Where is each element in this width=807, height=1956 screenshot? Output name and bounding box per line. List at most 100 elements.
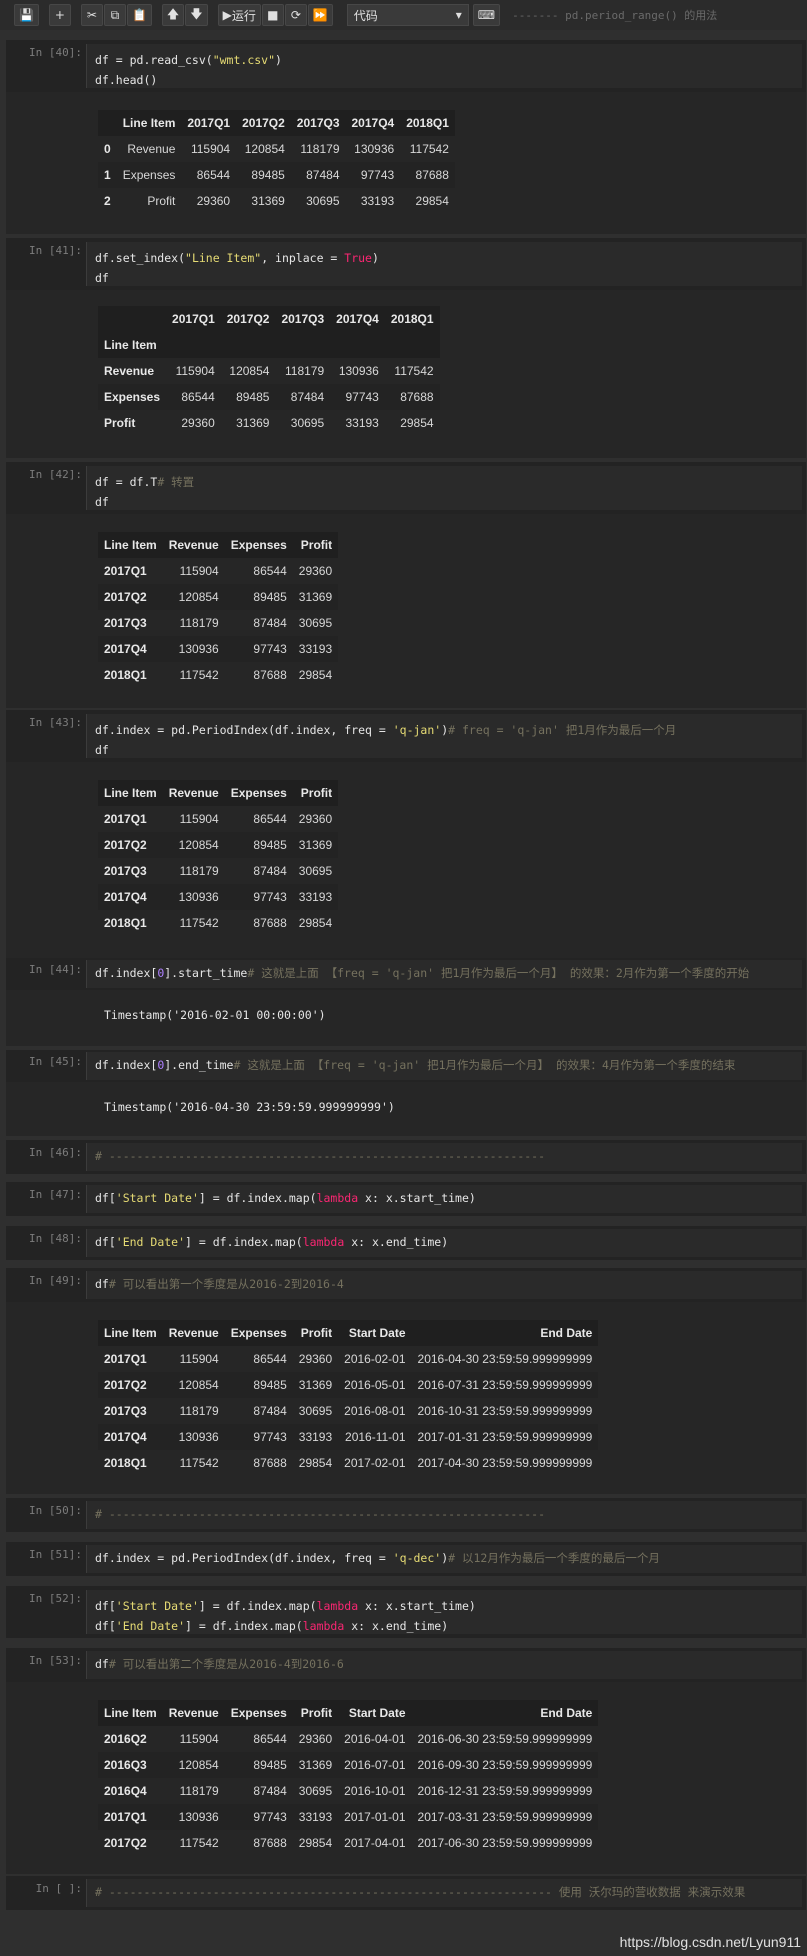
save-button[interactable]: 💾 bbox=[14, 4, 39, 26]
table-row: 2017Q3 118179 87484 30695 bbox=[98, 610, 339, 636]
table-header-row: Line Item Revenue Expenses Profit Start Date… bbox=[98, 1700, 599, 1726]
code-input[interactable]: df = df.T# 转置 df bbox=[86, 466, 802, 510]
code-input[interactable]: df.index[0].start_time# 这就是上面 【freq = 'q… bbox=[86, 960, 802, 988]
code-cell-49[interactable]: In [49]: df# 可以看出第一个季度是从2016-2到2016-4 bbox=[6, 1268, 806, 1302]
cut-button[interactable]: ✂ bbox=[80, 4, 103, 26]
row-index: 0 bbox=[104, 142, 111, 156]
copy-button[interactable]: ⧉ bbox=[103, 4, 126, 26]
column-header: Line Item bbox=[104, 786, 157, 800]
table-cell: 29854 bbox=[298, 916, 333, 930]
cell-type-value: 代码 bbox=[353, 8, 378, 23]
code-input[interactable]: # --------------------------------------… bbox=[86, 1879, 802, 1907]
insert-cell-button[interactable]: + bbox=[48, 4, 71, 26]
code-cell-43[interactable]: In [43]: df.index = pd.PeriodIndex(df.in… bbox=[6, 710, 806, 762]
table-row: 2017Q1 115904 86544 29360 2016-02-01 2016-04-… bbox=[98, 1346, 599, 1372]
table-row: 2016Q3 120854 89485 31369 2016-07-01 2016-09-… bbox=[98, 1752, 599, 1778]
plus-icon: + bbox=[54, 8, 65, 22]
column-header: 2017Q2 bbox=[242, 116, 285, 130]
table-cell: 33193 bbox=[345, 416, 379, 430]
code-comment: # 这就是上面 【freq = 'q-jan' 把1月作为最后一个月】 的效果：… bbox=[233, 1058, 736, 1072]
table-cell: 2016-10-01 bbox=[344, 1784, 406, 1798]
column-header: 2017Q1 bbox=[187, 116, 231, 130]
code-input[interactable]: df# 可以看出第二个季度是从2016-4到2016-6 bbox=[86, 1651, 802, 1679]
code-cell-40[interactable]: In [40]: df = pd.read_csv("wmt.csv") df.… bbox=[6, 40, 806, 92]
code-cell-51[interactable]: In [51]: df.index = pd.PeriodIndex(df.in… bbox=[6, 1542, 806, 1576]
move-up-button[interactable]: 🡅 bbox=[161, 4, 185, 26]
code-cell-52[interactable]: In [52]: df['Start Date'] = df.index.map… bbox=[6, 1586, 806, 1638]
code-input[interactable]: df['End Date'] = df.index.map(lambda x: … bbox=[86, 1229, 802, 1257]
code-cell-45[interactable]: In [45]: df.index[0].end_time# 这就是上面 【fr… bbox=[6, 1050, 806, 1082]
code-cell-empty[interactable]: In [ ]: # ------------------------------… bbox=[6, 1876, 806, 1910]
table-cell: Revenue bbox=[127, 142, 176, 156]
table-cell: 86544 bbox=[253, 1352, 287, 1366]
table-cell: 117542 bbox=[179, 1836, 219, 1850]
table-cell: 30695 bbox=[290, 416, 325, 430]
cell-type-select[interactable]: 代码 ▾ bbox=[346, 4, 469, 26]
column-header: Profit bbox=[300, 1326, 333, 1340]
table-cell: 130936 bbox=[178, 642, 219, 656]
table-cell: 29360 bbox=[298, 812, 333, 826]
output-area-41: 2017Q1 2017Q2 2017Q3 2017Q4 2018Q1 Line Item R… bbox=[6, 290, 806, 458]
index-name-spacer bbox=[330, 332, 385, 358]
table-cell: 86544 bbox=[196, 168, 231, 182]
code-cell-48[interactable]: In [48]: df['End Date'] = df.index.map(l… bbox=[6, 1226, 806, 1260]
code-cell-46[interactable]: In [46]: # -----------------------------… bbox=[6, 1140, 806, 1174]
table-cell: 29360 bbox=[181, 416, 215, 430]
table-row: 2017Q2 120854 89485 31369 bbox=[98, 832, 339, 858]
column-header: Profit bbox=[300, 1706, 333, 1720]
code-input[interactable]: df.index[0].end_time# 这就是上面 【freq = 'q-j… bbox=[86, 1052, 802, 1080]
code-cell-47[interactable]: In [47]: df['Start Date'] = df.index.map… bbox=[6, 1182, 806, 1216]
table-cell: 30695 bbox=[298, 1404, 333, 1418]
code-comment: # 可以看出第二个季度是从2016-4到2016-6 bbox=[108, 1657, 344, 1671]
table-cell: 86544 bbox=[181, 390, 215, 404]
interrupt-button[interactable]: ■ bbox=[261, 4, 284, 26]
play-icon: ▶ bbox=[222, 8, 232, 22]
column-header: 2017Q3 bbox=[296, 116, 340, 130]
table-cell: 29854 bbox=[298, 1836, 333, 1850]
toolbar-comment: ------- pd.period_range() 的用法 bbox=[512, 9, 718, 22]
table-row: Revenue 115904 120854 118179 130936 117542 bbox=[98, 358, 440, 384]
code-input[interactable]: df = pd.read_csv("wmt.csv") df.head() bbox=[86, 44, 802, 88]
code-cell-53[interactable]: In [53]: df# 可以看出第二个季度是从2016-4到2016-6 bbox=[6, 1648, 806, 1682]
code-comment: # freq = 'q-jan' 把1月作为最后一个月 bbox=[448, 723, 677, 737]
restart-button[interactable]: ⟳ bbox=[284, 4, 307, 26]
paste-button[interactable]: 📋 bbox=[126, 4, 152, 26]
dataframe-table: Line Item Revenue Expenses Profit Start Date… bbox=[98, 1320, 599, 1476]
code-input[interactable]: df['Start Date'] = df.index.map(lambda x… bbox=[86, 1590, 802, 1634]
code-input[interactable]: df.set_index("Line Item", inplace = True… bbox=[86, 242, 802, 286]
code-input[interactable]: df.index = pd.PeriodIndex(df.index, freq… bbox=[86, 1545, 802, 1573]
restart-run-all-button[interactable]: ⏩ bbox=[307, 4, 333, 26]
row-index: 2016Q3 bbox=[104, 1758, 147, 1772]
table-cell: 2016-04-30 23:59:59.999999999 bbox=[417, 1352, 593, 1366]
code-input[interactable]: df['Start Date'] = df.index.map(lambda x… bbox=[86, 1185, 802, 1213]
code-input[interactable]: df# 可以看出第一个季度是从2016-2到2016-4 bbox=[86, 1271, 802, 1299]
table-row: Profit 29360 31369 30695 33193 29854 bbox=[98, 410, 440, 436]
code-cell-50[interactable]: In [50]: # -----------------------------… bbox=[6, 1498, 806, 1532]
table-cell: 97743 bbox=[253, 1810, 287, 1824]
row-index: 2017Q4 bbox=[104, 1430, 147, 1444]
table-cell: 31369 bbox=[298, 590, 333, 604]
column-header: 2017Q3 bbox=[281, 312, 325, 326]
code-comment: # 以12月作为最后一个季度的最后一个月 bbox=[448, 1551, 660, 1565]
code-cell-41[interactable]: In [41]: df.set_index("Line Item", inpla… bbox=[6, 238, 806, 290]
code-cell-44[interactable]: In [44]: df.index[0].start_time# 这就是上面 【… bbox=[6, 958, 806, 990]
column-header: Line Item bbox=[104, 1326, 157, 1340]
table-cell: 130936 bbox=[338, 364, 379, 378]
index-name-spacer bbox=[275, 332, 330, 358]
code-cell-42[interactable]: In [42]: df = df.T# 转置 df bbox=[6, 462, 806, 514]
table-cell: 2017-06-30 23:59:59.999999999 bbox=[417, 1836, 593, 1850]
table-cell: 120854 bbox=[178, 838, 219, 852]
run-button[interactable]: ▶ 运行 bbox=[217, 4, 261, 26]
table-cell: 29854 bbox=[400, 416, 434, 430]
table-cell: 2016-06-30 23:59:59.999999999 bbox=[417, 1732, 593, 1746]
column-header: 2017Q4 bbox=[351, 116, 395, 130]
table-header-row: Line Item Revenue Expenses Profit Start Date… bbox=[98, 1320, 599, 1346]
command-palette-button[interactable]: ⌨ bbox=[472, 4, 501, 26]
code-input[interactable]: # --------------------------------------… bbox=[86, 1501, 802, 1529]
code-input[interactable]: df.index = pd.PeriodIndex(df.index, freq… bbox=[86, 714, 802, 758]
move-down-button[interactable]: 🡇 bbox=[185, 4, 208, 26]
restart-icon: ⟳ bbox=[290, 8, 301, 22]
code-input[interactable]: # --------------------------------------… bbox=[86, 1143, 802, 1171]
output-area-44: Timestamp('2016-02-01 00:00:00') bbox=[6, 990, 806, 1046]
cell-prompt: In [43]: bbox=[29, 716, 82, 729]
